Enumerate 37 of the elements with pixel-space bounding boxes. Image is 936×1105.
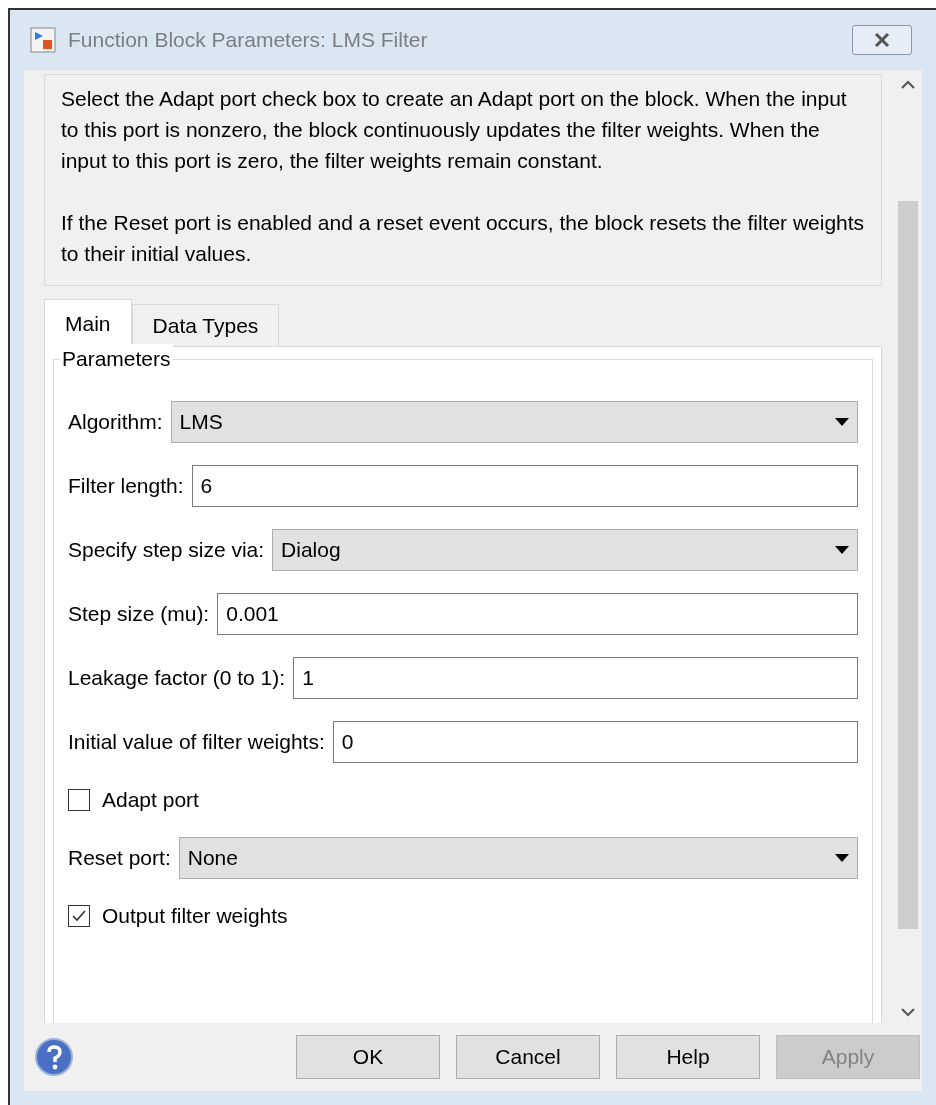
dialog-button[interactable]: OK (296, 1035, 440, 1079)
close-icon (873, 33, 891, 47)
help-icon[interactable] (34, 1037, 74, 1077)
caret-icon (835, 418, 849, 426)
checkbox[interactable] (68, 789, 90, 811)
tab[interactable]: Data Types (131, 304, 280, 346)
input-field[interactable]: 0 (332, 721, 858, 763)
input-field[interactable]: 1 (293, 657, 858, 699)
field-label: Filter length: (68, 473, 184, 500)
scroll-up-icon (901, 80, 915, 89)
field-label: Reset port: (68, 845, 171, 872)
field-label: Leakage factor (0 to 1): (68, 665, 286, 692)
field-label: Step size (mu): (68, 601, 210, 628)
dialog-button[interactable]: Help (616, 1035, 760, 1079)
close-button[interactable] (852, 25, 912, 55)
caret-icon (835, 546, 849, 554)
scroll-thumb[interactable] (898, 201, 918, 929)
dropdown[interactable]: None (178, 837, 858, 879)
dialog-button[interactable]: Cancel (456, 1035, 600, 1079)
input-field[interactable]: 6 (191, 465, 858, 507)
caret-icon (835, 854, 849, 862)
checkbox[interactable] (68, 905, 90, 927)
dropdown[interactable]: LMS (170, 401, 858, 443)
window-title: Function Block Parameters: LMS Filter (68, 27, 429, 54)
input-field[interactable]: 0.001 (217, 593, 858, 635)
checkbox-label: Output filter weights (102, 903, 288, 930)
check-icon (71, 908, 87, 924)
description-text: If the Reset port is enabled and a reset event occurs, the block resets the filter weights to their initial values. (61, 210, 865, 267)
block-icon (30, 27, 56, 53)
scroll-down-icon (901, 1008, 915, 1017)
tab[interactable]: Main (44, 299, 132, 347)
dropdown[interactable]: Dialog (272, 529, 858, 571)
field-label: Specify step size via: (68, 537, 265, 564)
field-label: Initial value of filter weights: (68, 729, 325, 756)
field-label: Algorithm: (68, 409, 163, 436)
checkbox-label: Adapt port (102, 787, 199, 814)
description-text: Select the Adapt port check box to create an Adapt port on the block. When the input to this port is nonzero, the block continuously updates the filter weights. When the input to this port is zero, the filter weights remain constant. (61, 86, 848, 174)
